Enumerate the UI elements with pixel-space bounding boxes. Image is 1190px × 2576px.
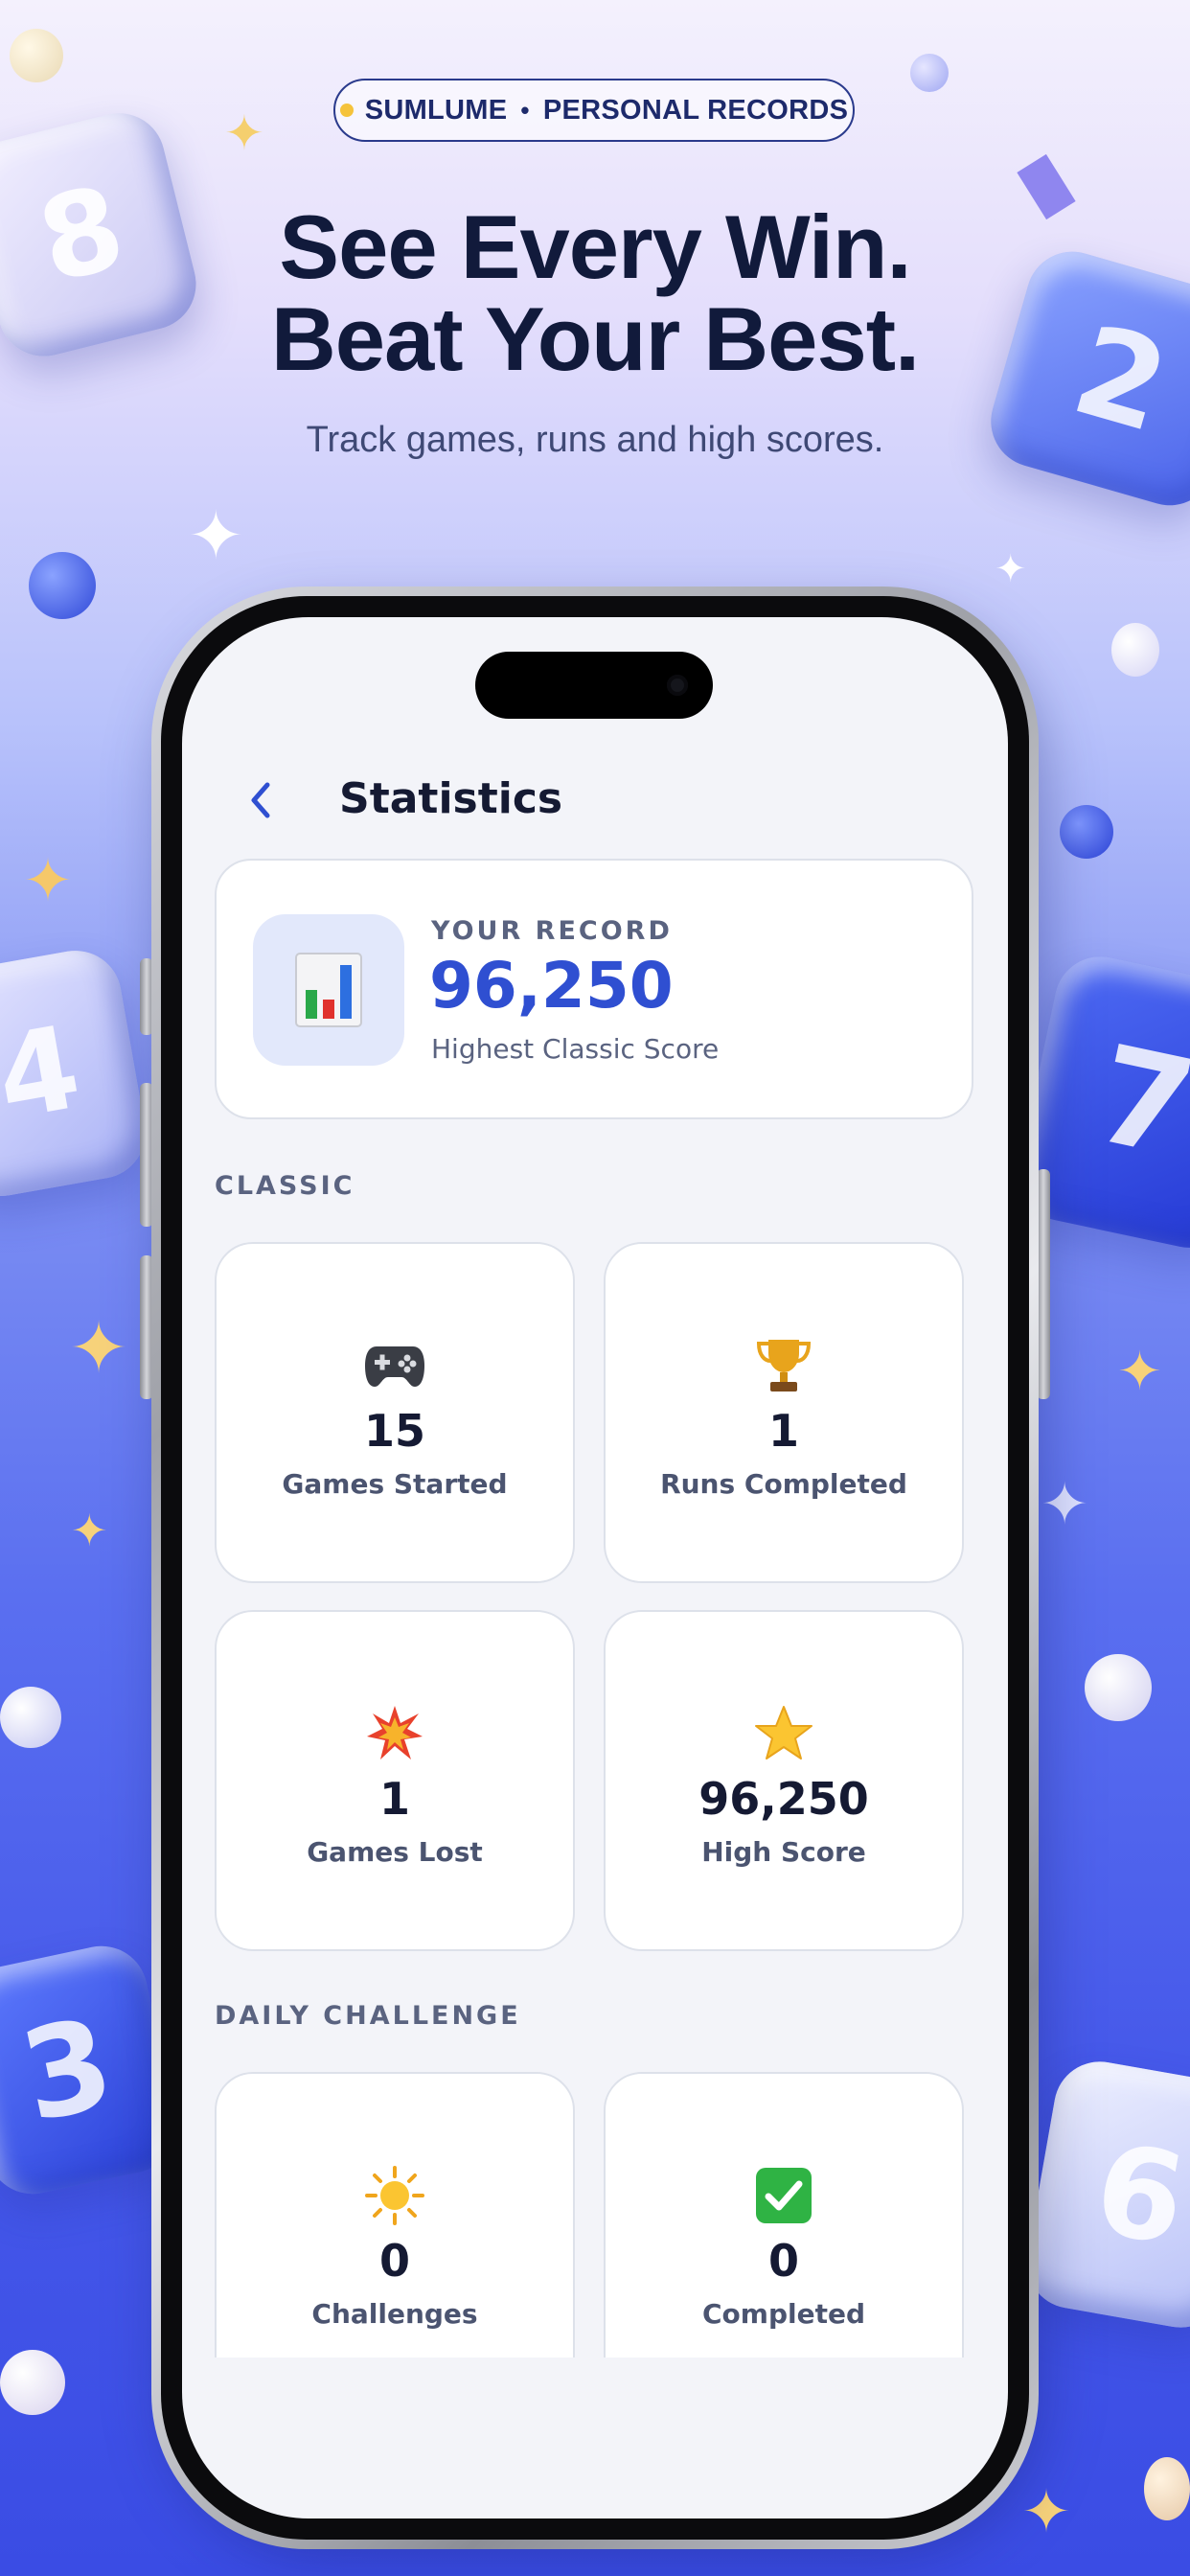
collision-icon [217,1700,573,1767]
number-tile-6: 6 [1019,2054,1190,2335]
bar-chart-icon [295,953,362,1027]
check-mark-icon [606,2162,962,2229]
stat-label: Runs Completed [660,1468,907,1500]
orb-decoration [0,2350,65,2415]
navigation-bar: Statistics [182,759,1008,845]
record-icon-container [253,914,404,1066]
sparkle-icon: ✦ [1021,2476,1071,2546]
stat-value: 1 [378,1773,410,1825]
record-caption: Highest Classic Score [431,1033,720,1065]
sparkle-icon: ✦ [995,547,1027,591]
record-value: 96,250 [429,949,674,1023]
badge-dot [339,104,354,117]
stat-value: 0 [767,2235,799,2287]
page-title: Statistics [339,774,563,823]
sparkle-icon: ✦ [69,1307,129,1390]
stat-card-runs-completed: 1 Runs Completed [604,1242,964,1583]
star-icon [606,1700,962,1767]
section-title-classic: CLASSIC [215,1171,355,1201]
badge-brand: SUMLUME [364,94,508,126]
phone-bezel: Statistics YOUR RECORD 96,250 Highest Cl… [161,596,1029,2540]
brand-badge: SUMLUME • PERSONAL RECORDS [333,79,855,142]
subheadline: Track games, runs and high scores. [306,420,884,460]
sparkle-icon: ✦ [1117,1341,1162,1403]
stat-card-games-started: 15 Games Started [215,1242,575,1583]
number-tile-4: 4 [0,943,153,1204]
stat-value: 15 [363,1405,425,1457]
stat-card-completed: 0 Completed [604,2072,964,2358]
headline-line-2: Beat Your Best. [270,288,920,389]
orb-decoration [1060,805,1113,859]
stat-value: 96,250 [698,1773,869,1825]
orb-decoration [29,552,96,619]
record-label: YOUR RECORD [431,916,673,946]
stat-card-high-score: 96,250 High Score [604,1610,964,1951]
sun-icon [217,2162,573,2229]
stat-value: 0 [378,2235,410,2287]
stat-card-games-lost: 1 Games Lost [215,1610,575,1951]
sparkle-icon: ✦ [23,845,73,915]
stat-card-challenges: 0 Challenges [215,2072,575,2358]
orb-decoration [1111,623,1159,677]
sparkle-icon: ✦ [1041,1471,1089,1538]
game-controller-icon [217,1332,573,1399]
stat-label: Games Started [282,1468,508,1500]
sparkle-icon: ✦ [224,105,264,161]
stat-label: High Score [701,1836,866,1868]
back-button[interactable] [232,767,289,834]
section-title-daily-challenge: DAILY CHALLENGE [215,2001,521,2031]
trophy-icon [606,1332,962,1399]
headline-line-1: See Every Win. [279,196,911,297]
stat-label: Completed [701,2298,865,2330]
stat-label: Challenges [311,2298,478,2330]
badge-section: PERSONAL RECORDS [542,94,849,126]
record-card: YOUR RECORD 96,250 Highest Classic Score [215,859,973,1119]
app-screen: Statistics YOUR RECORD 96,250 Highest Cl… [182,617,1008,2518]
orb-decoration [910,54,949,92]
sparkle-icon: ✦ [71,1505,108,1556]
phone-frame: Statistics YOUR RECORD 96,250 Highest Cl… [151,586,1039,2549]
badge-separator: • [520,95,530,125]
orb-decoration [10,29,63,82]
stat-value: 1 [767,1405,799,1457]
scroll-content[interactable]: Statistics YOUR RECORD 96,250 Highest Cl… [182,617,1008,2358]
orb-decoration [1144,2457,1190,2520]
orb-decoration [1085,1654,1152,1721]
orb-decoration [0,1687,61,1748]
power-button [1037,1169,1050,1399]
sparkle-icon: ✦ [188,496,244,575]
stat-label: Games Lost [307,1836,483,1868]
chevron-left-icon [251,782,270,818]
